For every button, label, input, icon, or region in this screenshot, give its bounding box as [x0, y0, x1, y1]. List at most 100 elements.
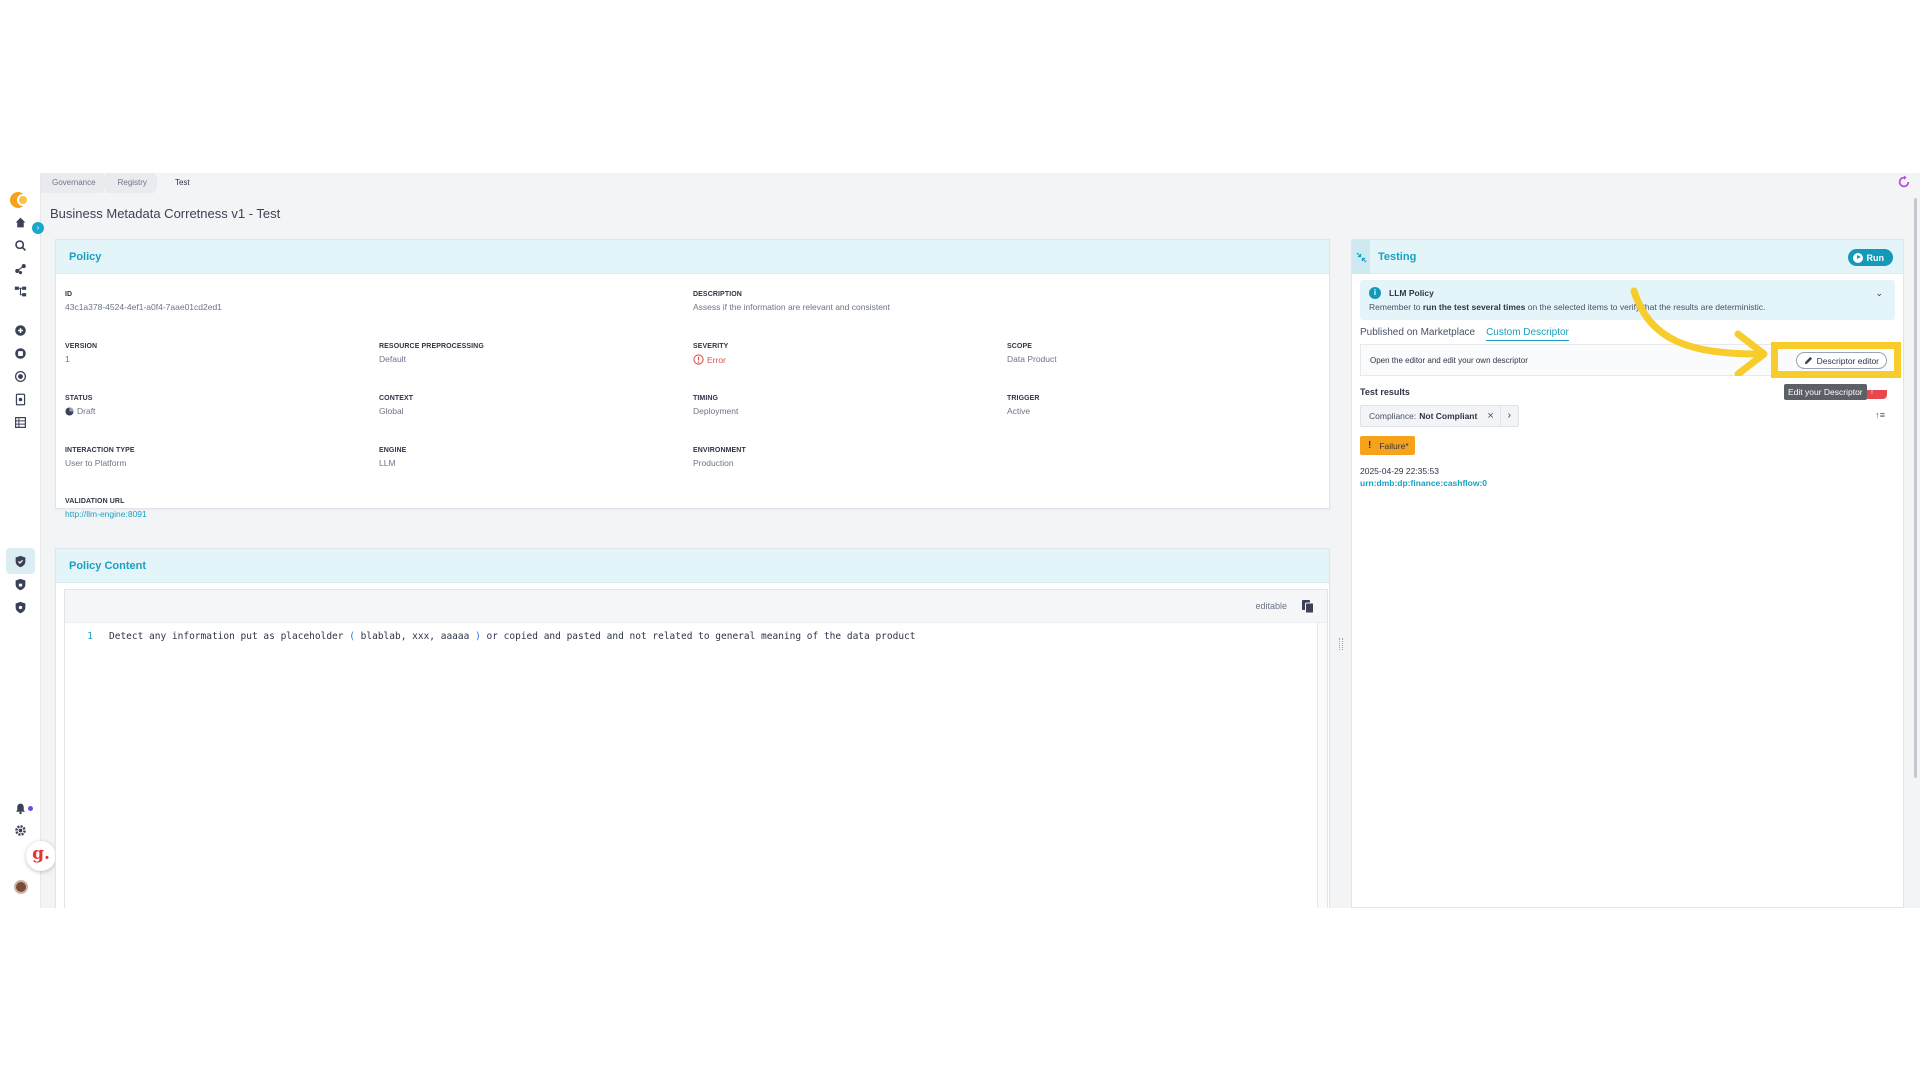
home-icon[interactable] [12, 214, 28, 230]
field-label: ENVIRONMENT [693, 447, 746, 454]
compliance-filter-chip[interactable]: Compliance: Not Compliant × › [1360, 405, 1519, 427]
field-value: Data Product [1007, 354, 1057, 364]
refresh-icon[interactable] [1897, 175, 1911, 189]
descriptor-editor-tooltip: Edit your Descriptor [1784, 384, 1867, 400]
run-button[interactable]: Run [1847, 249, 1893, 266]
field-value: Default [379, 354, 406, 364]
field-interaction-type: INTERACTION TYPE User to Platform [65, 447, 135, 468]
graph-icon[interactable] [12, 260, 28, 276]
severity-value: Error [693, 354, 728, 365]
field-value: Assess if the information are relevant a… [693, 302, 891, 312]
page-scrollbar-thumb[interactable] [1914, 198, 1917, 778]
field-label: ENGINE [379, 447, 407, 454]
breadcrumb-governance[interactable]: Governance [41, 173, 110, 193]
field-label: STATUS [65, 395, 93, 402]
field-label: CONTEXT [379, 395, 414, 402]
editable-label: editable [1255, 601, 1287, 611]
chevron-down-icon[interactable]: ⌄ [1875, 288, 1883, 299]
field-trigger: TRIGGER Active [1007, 395, 1040, 416]
test-results-label: Test results [1360, 387, 1410, 397]
code-text-after: or copied and pasted and not related to … [480, 631, 916, 642]
page-title: Business Metadata Corretness v1 - Test [50, 206, 281, 221]
bell-icon[interactable] [12, 800, 28, 816]
field-value: Global [379, 406, 404, 416]
field-value: 43c1a378-4524-4ef1-a0f4-7aae01cd2ed1 [65, 302, 222, 312]
field-status: STATUS Draft [65, 395, 95, 416]
search-icon[interactable] [12, 237, 28, 253]
field-timing: TIMING Deployment [693, 395, 738, 416]
field-label: VERSION [65, 343, 98, 350]
field-value: LLM [379, 458, 396, 468]
panel-resize-handle[interactable] [1339, 638, 1343, 650]
code-text-before: Detect any information put as placeholde… [109, 631, 350, 642]
validation-url-link[interactable]: http://llm-engine:8091 [65, 509, 147, 519]
field-value: 1 [65, 354, 70, 364]
field-value: Deployment [693, 406, 739, 416]
app-window: › g. Governance Registry Test Business M… [0, 173, 1920, 908]
collapse-panel-icon[interactable] [1352, 240, 1370, 274]
policy-card-header: Policy [56, 240, 1329, 274]
code-editor[interactable]: editable 1 Detect any information put as … [64, 589, 1328, 908]
database-icon[interactable] [12, 345, 28, 361]
sort-icon[interactable]: ↑≡ [1875, 410, 1885, 420]
breadcrumb: Governance Registry Test [41, 173, 204, 193]
failure-badge[interactable]: ! Failure* [1360, 436, 1415, 455]
notification-dot [28, 806, 33, 811]
add-circle-icon[interactable] [12, 322, 28, 338]
copy-icon[interactable] [1301, 599, 1315, 614]
sidebar: › [0, 173, 44, 908]
gear-icon[interactable] [12, 822, 28, 838]
policy-card: Policy ID 43c1a378-4524-4ef1-a0f4-7aae01… [55, 239, 1330, 519]
field-description: DESCRIPTION Assess if the information ar… [693, 291, 890, 312]
field-label: ID [65, 291, 73, 298]
field-scope: SCOPE Data Product [1007, 343, 1057, 364]
user-avatar[interactable] [14, 880, 28, 894]
breadcrumb-registry[interactable]: Registry [106, 173, 161, 193]
sidebar-expand-button[interactable]: › [32, 222, 44, 234]
tab-published-on-marketplace[interactable]: Published on Marketplace [1360, 327, 1475, 341]
error-circle-icon [693, 354, 704, 365]
field-context: CONTEXT Global [379, 395, 413, 416]
run-label: Run [1866, 252, 1885, 263]
field-engine: ENGINE LLM [379, 447, 406, 468]
table-list-icon[interactable] [12, 414, 28, 430]
document-settings-icon[interactable] [12, 391, 28, 407]
filter-value: Not Compliant [1419, 411, 1478, 421]
field-label: TRIGGER [1007, 395, 1040, 402]
filter-label: Compliance: [1369, 411, 1417, 421]
code-scrollbar[interactable] [1317, 623, 1327, 908]
field-validation-url: VALIDATION URL http://llm-engine:8091 [65, 498, 147, 519]
field-id: ID 43c1a378-4524-4ef1-a0f4-7aae01cd2ed1 [65, 291, 222, 312]
field-version: VERSION 1 [65, 343, 97, 364]
testing-header: Testing [1352, 240, 1903, 274]
field-label: RESOURCE PREPROCESSING [379, 343, 484, 350]
app-logo[interactable] [10, 192, 32, 208]
breadcrumb-test: Test [156, 173, 204, 193]
close-icon[interactable]: × [1487, 410, 1493, 422]
info-icon: i [1369, 287, 1381, 299]
descriptor-instructions: Open the editor and edit your own descri… [1370, 356, 1528, 365]
result-urn-link[interactable]: urn:dmb:dp:finance:cashflow:0 [1360, 478, 1487, 488]
policy-shield-icon[interactable] [12, 553, 28, 569]
field-label: INTERACTION TYPE [65, 447, 135, 454]
info-title: LLM Policy [1389, 288, 1434, 298]
code-line-1[interactable]: 1 Detect any information put as placehold… [65, 631, 915, 642]
shield-check-icon[interactable] [12, 599, 28, 615]
field-label: SCOPE [1007, 343, 1033, 350]
annotation-highlight-box [1771, 342, 1901, 378]
result-timestamp: 2025-04-29 22:35:53 [1360, 466, 1439, 476]
warning-icon: ! [1368, 440, 1372, 451]
code-toolbar: editable [65, 590, 1327, 623]
target-icon[interactable] [12, 368, 28, 384]
tab-custom-descriptor[interactable]: Custom Descriptor [1486, 327, 1569, 341]
field-value: User to Platform [65, 458, 127, 468]
field-value: Active [1007, 406, 1031, 416]
field-environment: ENVIRONMENT Production [693, 447, 746, 468]
chevron-right-icon[interactable]: › [1499, 406, 1518, 426]
hierarchy-icon[interactable] [12, 283, 28, 299]
status-text: Draft [77, 406, 96, 416]
page-scrollbar[interactable] [1912, 193, 1920, 908]
shield-lock-icon[interactable] [12, 576, 28, 592]
assistant-g-badge[interactable]: g. [26, 841, 56, 871]
failure-label: Failure* [1379, 440, 1409, 451]
